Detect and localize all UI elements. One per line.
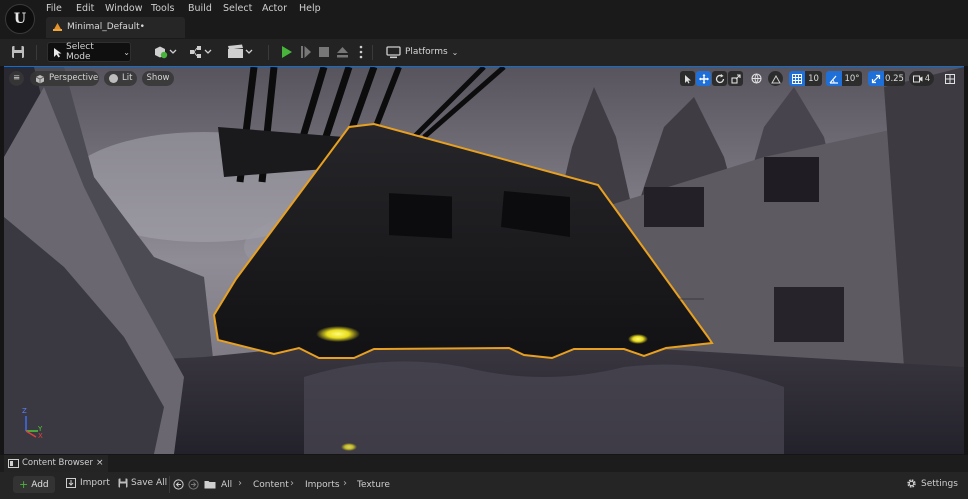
lit-sphere-icon — [109, 74, 118, 83]
breadcrumb-chevron-icon[interactable]: › — [290, 478, 294, 490]
lit-button[interactable]: Lit — [104, 71, 137, 86]
world-space-icon[interactable] — [749, 71, 764, 86]
rotation-snap-value[interactable]: 10° — [842, 71, 862, 86]
toolbar-divider — [36, 45, 37, 60]
import-icon — [66, 478, 76, 488]
show-button[interactable]: Show — [142, 71, 174, 86]
import-label: Import — [80, 478, 110, 488]
menu-actor[interactable]: Actor — [262, 2, 287, 16]
add-label: Add — [31, 479, 49, 490]
chevron-down-icon: ⌄ — [451, 47, 459, 57]
grid-snap-icon[interactable] — [789, 71, 805, 86]
grid-snap-value[interactable]: 10 — [805, 71, 822, 86]
vehicle-window — [389, 193, 452, 239]
perspective-label: Perspective — [49, 73, 99, 83]
content-browser-icon — [8, 459, 19, 468]
breadcrumb-chevron-icon[interactable]: › — [238, 478, 242, 490]
select-arrow-icon — [54, 48, 62, 58]
select-tool-icon[interactable] — [680, 71, 695, 86]
axis-x-label: X — [38, 432, 43, 440]
vehicle-headlight — [628, 334, 648, 344]
scale-tool-icon[interactable] — [728, 71, 743, 86]
breadcrumb-content[interactable]: Content — [253, 479, 289, 491]
rotate-tool-icon[interactable] — [712, 71, 727, 86]
hamburger-icon: ≡ — [12, 73, 21, 83]
platforms-icon — [386, 45, 401, 58]
select-mode-dropdown[interactable]: Select Mode ⌄ — [47, 42, 131, 62]
save-all-label: Save All — [131, 478, 168, 488]
eject-icon[interactable] — [336, 45, 349, 59]
breadcrumb-all[interactable]: All — [221, 479, 232, 491]
rotation-snap-icon[interactable] — [826, 71, 842, 86]
level-viewport[interactable]: Z Y X ≡ Perspective Lit Show 10 10° 0.25… — [4, 67, 964, 454]
content-browser-tab-label: Content Browser — [22, 458, 93, 468]
axis-z-label: Z — [22, 407, 27, 415]
camera-speed-button[interactable]: 4 — [909, 71, 934, 86]
cinematics-icon[interactable] — [227, 44, 255, 59]
menu-bar: U File Edit Window Tools Build Select Ac… — [0, 0, 968, 39]
add-actor-icon[interactable] — [153, 45, 179, 59]
play-options-icon[interactable] — [359, 45, 363, 59]
blueprint-icon[interactable] — [189, 45, 215, 59]
menu-file[interactable]: File — [46, 2, 62, 16]
viewport-layout-icon[interactable] — [942, 71, 957, 86]
surface-snap-icon[interactable] — [768, 71, 783, 86]
scale-snap-icon[interactable] — [868, 71, 884, 86]
lit-label: Lit — [122, 73, 133, 83]
save-all-button[interactable]: Save All — [118, 478, 167, 488]
forward-arrow-icon[interactable] — [188, 479, 199, 490]
perspective-button[interactable]: Perspective — [30, 71, 99, 86]
menu-help[interactable]: Help — [299, 2, 321, 16]
menu-tools[interactable]: Tools — [151, 2, 174, 16]
vehicle-headlight — [316, 326, 360, 342]
toolbar-divider — [169, 476, 170, 493]
platforms-button[interactable]: Platforms ⌄ — [386, 43, 458, 61]
save-all-icon — [118, 478, 128, 488]
folder-icon[interactable] — [204, 480, 216, 489]
viewport-options-button[interactable]: ≡ — [9, 71, 24, 86]
level-document-tab[interactable]: Minimal_Default• — [46, 17, 185, 38]
select-mode-label: Select Mode — [66, 42, 94, 62]
gear-icon — [907, 479, 916, 488]
toolbar-divider — [372, 45, 373, 60]
settings-button[interactable]: Settings — [906, 478, 958, 489]
breadcrumb-chevron-icon[interactable]: › — [343, 478, 347, 490]
level-icon — [53, 23, 62, 31]
stop-icon[interactable] — [318, 46, 330, 58]
back-arrow-icon[interactable] — [173, 479, 184, 490]
breadcrumb-texture[interactable]: Texture — [357, 479, 390, 491]
show-label: Show — [146, 73, 170, 83]
content-browser-tab[interactable]: Content Browser × — [4, 455, 108, 472]
unreal-logo-icon[interactable]: U — [5, 4, 35, 34]
menu-select[interactable]: Select — [223, 2, 252, 16]
settings-label: Settings — [921, 478, 958, 489]
content-browser-tabbar — [0, 455, 968, 472]
breadcrumb-imports[interactable]: Imports — [305, 479, 340, 491]
camera-icon — [912, 75, 923, 82]
level-tab-label: Minimal_Default• — [67, 22, 145, 32]
camera-speed-value: 4 — [924, 73, 931, 84]
close-icon[interactable]: × — [96, 457, 104, 469]
menu-edit[interactable]: Edit — [76, 2, 94, 16]
step-icon[interactable] — [300, 45, 312, 59]
toolbar-divider — [268, 45, 269, 60]
chevron-down-icon: ⌄ — [123, 47, 130, 57]
platforms-label: Platforms — [405, 47, 448, 57]
add-button[interactable]: + Add — [13, 476, 55, 493]
import-button[interactable]: Import — [66, 478, 110, 488]
plus-icon: + — [19, 478, 29, 491]
perspective-cube-icon — [35, 74, 45, 83]
play-icon[interactable] — [281, 45, 293, 59]
translate-tool-icon[interactable] — [696, 71, 711, 86]
scene-render — [4, 67, 964, 454]
main-toolbar: Select Mode ⌄ Platforms ⌄ — [0, 39, 968, 66]
scale-snap-value[interactable]: 0.25 — [884, 71, 905, 86]
menu-window[interactable]: Window — [105, 2, 142, 16]
menu-build[interactable]: Build — [188, 2, 212, 16]
save-icon[interactable] — [11, 45, 25, 59]
